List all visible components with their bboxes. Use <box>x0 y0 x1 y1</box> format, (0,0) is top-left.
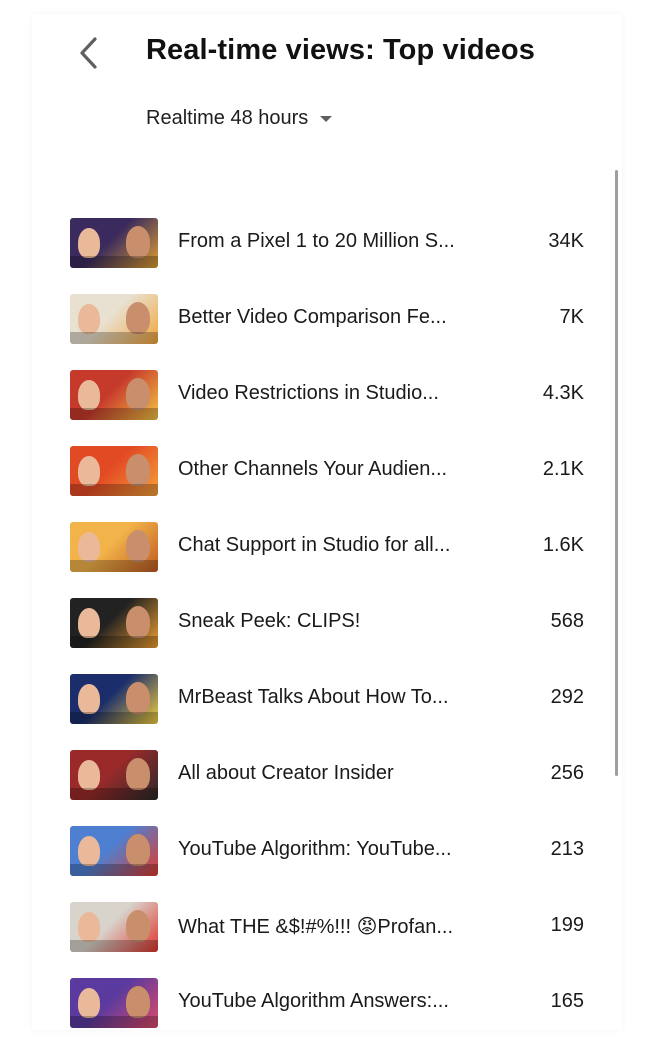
thumbnail-banner <box>70 408 158 420</box>
back-button[interactable] <box>72 36 106 70</box>
video-thumbnail <box>70 902 158 952</box>
thumbnail-person <box>126 834 150 866</box>
thumbnail-person <box>78 988 100 1018</box>
thumbnail-person <box>78 532 100 562</box>
video-title: Chat Support in Studio for all... <box>178 534 451 556</box>
thumbnail-person <box>126 606 150 638</box>
video-views: 199 <box>550 914 584 936</box>
video-title: YouTube Algorithm: YouTube... <box>178 838 452 860</box>
thumbnail-person <box>126 758 150 790</box>
video-title: Sneak Peek: CLIPS! <box>178 610 361 632</box>
video-views: 7K <box>559 306 584 328</box>
video-title: All about Creator Insider <box>178 762 394 784</box>
thumbnail-person <box>78 456 100 486</box>
thumbnail-person <box>126 986 150 1018</box>
chevron-left-icon <box>80 37 97 69</box>
range-label: Realtime 48 hours <box>146 106 309 129</box>
video-row[interactable]: Better Video Comparison Fe... 7K <box>32 290 622 350</box>
thumbnail-banner <box>70 940 158 952</box>
header: Real-time views: Top videos <box>32 14 622 104</box>
video-thumbnail <box>70 294 158 344</box>
video-title: Video Restrictions in Studio... <box>178 382 439 404</box>
thumbnail-person <box>126 910 150 942</box>
thumbnail-person <box>78 380 100 410</box>
video-views: 1.6K <box>542 534 584 556</box>
video-title: YouTube Algorithm Answers:... <box>178 990 449 1012</box>
thumbnail-person <box>126 302 150 334</box>
video-thumbnail <box>70 598 158 648</box>
thumbnail-person <box>78 684 100 714</box>
video-thumbnail <box>70 446 158 496</box>
video-views: 213 <box>550 838 584 860</box>
video-views: 4.3K <box>542 382 584 404</box>
range-dropdown[interactable]: Realtime 48 hours <box>146 104 333 132</box>
video-row[interactable]: Other Channels Your Audien... 2.1K <box>32 442 622 502</box>
video-row[interactable]: What THE &$!#%!!! 😡Profan... 199 <box>32 898 622 958</box>
video-thumbnail <box>70 522 158 572</box>
thumbnail-person <box>126 454 150 486</box>
caret-down-icon <box>320 116 333 122</box>
video-views: 256 <box>550 762 584 784</box>
thumbnail-person <box>78 304 100 334</box>
video-views: 292 <box>550 686 584 708</box>
page-title: Real-time views: Top videos <box>146 34 535 66</box>
thumbnail-banner <box>70 1016 158 1028</box>
video-row[interactable]: All about Creator Insider 256 <box>32 746 622 806</box>
video-title: Other Channels Your Audien... <box>178 458 448 480</box>
video-thumbnail <box>70 674 158 724</box>
thumbnail-person <box>126 682 150 714</box>
thumbnail-banner <box>70 484 158 496</box>
video-row[interactable]: Video Restrictions in Studio... 4.3K <box>32 366 622 426</box>
video-thumbnail <box>70 218 158 268</box>
video-row[interactable]: MrBeast Talks About How To... 292 <box>32 670 622 730</box>
video-thumbnail <box>70 370 158 420</box>
thumbnail-person <box>78 760 100 790</box>
video-title: From a Pixel 1 to 20 Million S... <box>178 230 455 252</box>
thumbnail-person <box>78 608 100 638</box>
video-row[interactable]: Chat Support in Studio for all... 1.6K <box>32 518 622 578</box>
video-title: Better Video Comparison Fe... <box>178 306 447 328</box>
thumbnail-person <box>126 226 150 258</box>
thumbnail-person <box>126 378 150 410</box>
video-row[interactable]: YouTube Algorithm Answers:... 165 <box>32 974 622 1030</box>
thumbnail-person <box>78 912 100 942</box>
video-row[interactable]: From a Pixel 1 to 20 Million S... 34K <box>32 214 622 274</box>
video-row[interactable]: Sneak Peek: CLIPS! 568 <box>32 594 622 654</box>
thumbnail-banner <box>70 256 158 268</box>
video-row[interactable]: YouTube Algorithm: YouTube... 213 <box>32 822 622 882</box>
video-thumbnail <box>70 978 158 1028</box>
thumbnail-banner <box>70 788 158 800</box>
video-views: 568 <box>550 610 584 632</box>
video-views: 165 <box>550 990 584 1012</box>
video-views: 2.1K <box>542 458 584 480</box>
video-title: MrBeast Talks About How To... <box>178 686 449 708</box>
video-thumbnail <box>70 826 158 876</box>
thumbnail-banner <box>70 560 158 572</box>
video-thumbnail <box>70 750 158 800</box>
thumbnail-person <box>78 228 100 258</box>
thumbnail-person <box>78 836 100 866</box>
thumbnail-banner <box>70 636 158 648</box>
thumbnail-banner <box>70 712 158 724</box>
video-views: 34K <box>548 230 584 252</box>
video-title: What THE &$!#%!!! 😡Profan... <box>178 916 454 938</box>
thumbnail-banner <box>70 332 158 344</box>
top-videos-screen: Real-time views: Top videos Realtime 48 … <box>32 14 622 1030</box>
thumbnail-banner <box>70 864 158 876</box>
thumbnail-person <box>126 530 150 562</box>
